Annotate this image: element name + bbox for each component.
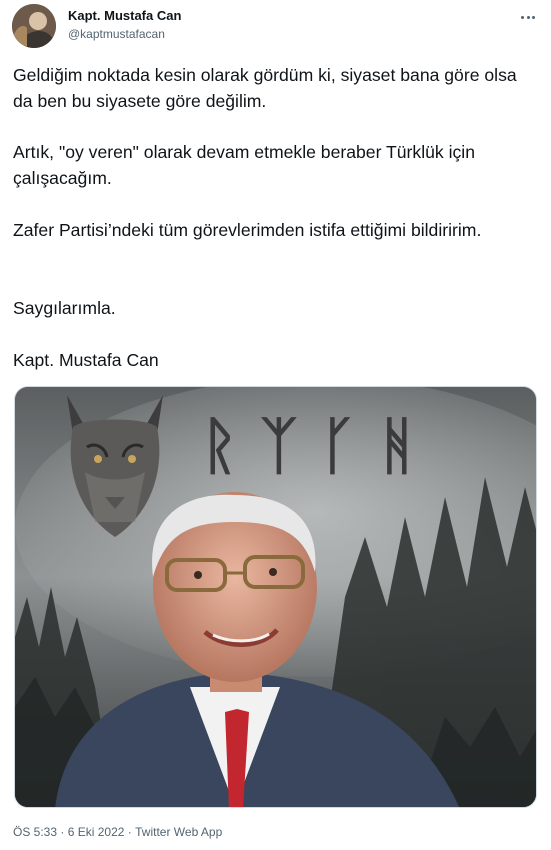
tweet-paragraph: Zafer Partisi’ndeki tüm görevlerimden is… bbox=[13, 220, 482, 240]
meta-separator: · bbox=[127, 825, 132, 839]
tweet-source[interactable]: Twitter Web App bbox=[135, 825, 222, 839]
author-display-name[interactable]: Kapt. Mustafa Can bbox=[68, 8, 181, 23]
dot bbox=[532, 15, 535, 19]
tweet-metadata: ÖS 5:33 · 6 Eki 2022 · Twitter Web App bbox=[13, 825, 222, 839]
tweet-time[interactable]: ÖS 5:33 bbox=[13, 825, 57, 839]
rune-text: ᚱᛉᚴᚻ bbox=[201, 409, 438, 482]
tweet-paragraph: Geldiğim noktada kesin olarak gördüm ki,… bbox=[13, 65, 517, 111]
dot bbox=[526, 15, 530, 19]
tweet-date[interactable]: 6 Eki 2022 bbox=[68, 825, 125, 839]
tweet-paragraph: Saygılarımla. bbox=[13, 298, 116, 318]
tweet-paragraph: Kapt. Mustafa Can bbox=[13, 350, 159, 370]
profile-avatar[interactable] bbox=[12, 4, 56, 48]
more-horizontal-icon[interactable] bbox=[517, 8, 539, 26]
meta-separator: · bbox=[60, 825, 65, 839]
dot bbox=[521, 15, 524, 19]
tweet-header: Kapt. Mustafa Can @kaptmustafacan bbox=[12, 4, 539, 48]
tweet-media-image[interactable]: ᚱᛉᚴᚻ bbox=[14, 386, 537, 808]
author-handle[interactable]: @kaptmustafacan bbox=[68, 27, 165, 41]
tweet-paragraph: Artık, "oy veren" olarak devam etmekle b… bbox=[13, 142, 475, 188]
